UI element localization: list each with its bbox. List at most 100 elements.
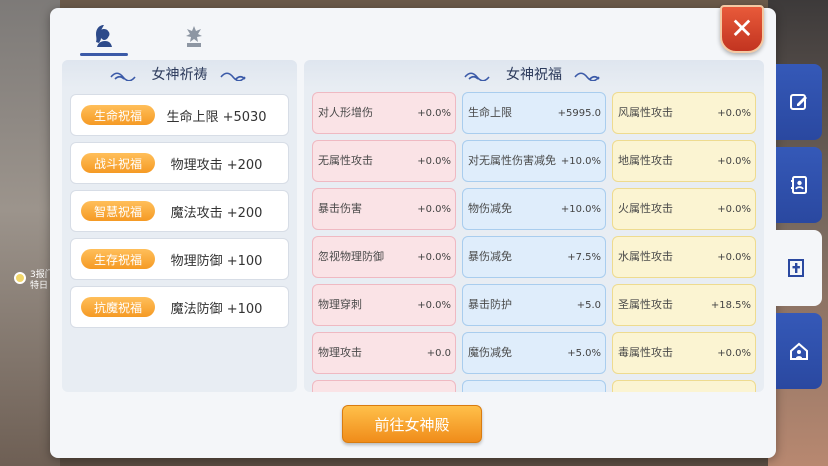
stat-cell: 火属性攻击 +0.0%	[612, 188, 756, 230]
goto-goddess-temple-button[interactable]: 前往女神殿	[342, 405, 482, 443]
side-tab-home[interactable]	[776, 313, 822, 389]
stat-value: +0.0%	[717, 155, 751, 167]
close-icon: ✕	[730, 12, 754, 45]
wave-ornament-icon	[464, 69, 494, 82]
goddess-portrait-icon	[96, 25, 112, 47]
goddess-blessing-stats-section[interactable]: 女神祝福 对人形增伤 +0.0% 生命上限 +5995.0 风属性攻击 +0.0% 无…	[304, 60, 764, 392]
stat-value: +0.0%	[417, 155, 451, 167]
stat-cell	[312, 380, 456, 392]
stat-name: 风属性攻击	[618, 106, 673, 119]
stat-value: +0.0%	[717, 203, 751, 215]
stat-cell: 暴击防护 +5.0	[462, 284, 606, 326]
stat-name: 对人形增伤	[318, 106, 373, 119]
stat-value: +18.5%	[710, 299, 751, 311]
stat-name: 暴伤减免	[468, 250, 512, 263]
blessing-row: 抗魔祝福 魔法防御 +100	[70, 286, 289, 328]
stat-name: 圣属性攻击	[618, 298, 673, 311]
contacts-book-icon	[791, 176, 807, 194]
close-button[interactable]: ✕	[720, 5, 764, 53]
tab-goddess[interactable]	[78, 16, 130, 56]
stat-cell	[462, 380, 606, 392]
section-title: 女神祝福	[506, 67, 562, 83]
stat-value: +0.0%	[717, 107, 751, 119]
stat-cell: 地属性攻击 +0.0%	[612, 140, 756, 182]
stat-value: +0.0	[426, 347, 451, 359]
stat-value: +5.0	[576, 299, 601, 311]
blessing-list: 生命祝福 生命上限 +5030 战斗祝福 物理攻击 +200 智慧祝福 魔法攻击…	[62, 88, 297, 328]
stat-name: 地属性攻击	[618, 154, 673, 167]
stat-name: 无属性攻击	[318, 154, 373, 167]
stat-name: 水属性攻击	[618, 250, 673, 263]
blessing-value: 物理攻击 +200	[170, 157, 263, 173]
stat-cell: 对人形增伤 +0.0%	[312, 92, 456, 134]
blessing-value: 生命上限 +5030	[166, 109, 267, 125]
blessing-badge: 生存祝福	[81, 249, 155, 269]
stat-cell: 物理穿刺 +0.0%	[312, 284, 456, 326]
stat-cell: 风属性攻击 +0.0%	[612, 92, 756, 134]
stat-name: 暴击防护	[468, 298, 512, 311]
stat-cell: 毒属性攻击 +0.0%	[612, 332, 756, 374]
stat-cell: 水属性攻击 +0.0%	[612, 236, 756, 278]
stat-value: +7.5%	[567, 251, 601, 263]
blessing-value: 魔法防御 +100	[170, 301, 263, 317]
stat-name: 物理攻击	[318, 346, 362, 359]
stat-cell: 物理攻击 +0.0	[312, 332, 456, 374]
blessing-value: 魔法攻击 +200	[170, 205, 263, 221]
stat-value: +5995.0	[557, 107, 601, 119]
stat-value: +0.0%	[717, 347, 751, 359]
stat-name: 毒属性攻击	[618, 346, 673, 359]
blessing-row: 战斗祝福 物理攻击 +200	[70, 142, 289, 184]
stat-value: +0.0%	[717, 251, 751, 263]
blessing-value: 物理防御 +100	[170, 253, 263, 269]
side-tab-goddess[interactable]	[770, 230, 822, 306]
stat-name: 对无属性伤害减免	[468, 154, 556, 167]
wave-ornament-icon	[109, 69, 140, 82]
cross-icon	[788, 259, 804, 277]
stat-name: 火属性攻击	[618, 202, 673, 215]
map-marker-icon	[14, 272, 26, 284]
stat-value: +10.0%	[560, 155, 601, 167]
stat-cell: 物伤减免 +10.0%	[462, 188, 606, 230]
statue-icon	[186, 26, 202, 47]
stat-value: +0.0%	[417, 203, 451, 215]
side-tab-contacts[interactable]	[776, 147, 822, 223]
stat-value: +0.0%	[417, 299, 451, 311]
stat-cell: 对无属性伤害减免 +10.0%	[462, 140, 606, 182]
stat-cell	[612, 380, 756, 392]
blessing-badge: 智慧祝福	[81, 201, 155, 221]
blessing-row: 生命祝福 生命上限 +5030	[70, 94, 289, 136]
blessing-badge: 抗魔祝福	[81, 297, 155, 317]
stat-value: +0.0%	[417, 107, 451, 119]
blessing-row: 智慧祝福 魔法攻击 +200	[70, 190, 289, 232]
stat-name: 生命上限	[468, 106, 512, 119]
stat-name: 魔伤减免	[468, 346, 512, 359]
wave-ornament-icon	[219, 69, 250, 82]
stat-cell: 圣属性攻击 +18.5%	[612, 284, 756, 326]
stat-cell: 暴伤减免 +7.5%	[462, 236, 606, 278]
stat-name: 物理穿刺	[318, 298, 362, 311]
side-tab-edit[interactable]	[776, 64, 822, 140]
stat-name: 暴击伤害	[318, 202, 362, 215]
section-title: 女神祈祷	[151, 67, 208, 83]
tab-statue[interactable]	[168, 16, 220, 56]
house-icon	[790, 342, 808, 360]
section-header: 女神祈祷	[62, 60, 297, 88]
stat-name: 忽视物理防御	[318, 250, 384, 263]
stat-value: +10.0%	[560, 203, 601, 215]
stat-value: +5.0%	[567, 347, 601, 359]
blessing-badge: 生命祝福	[81, 105, 155, 125]
blessing-row: 生存祝福 物理防御 +100	[70, 238, 289, 280]
stat-name: 物伤减免	[468, 202, 512, 215]
stat-cell: 生命上限 +5995.0	[462, 92, 606, 134]
blessing-badge: 战斗祝福	[81, 153, 155, 173]
stat-cell: 魔伤减免 +5.0%	[462, 332, 606, 374]
stat-cell: 无属性攻击 +0.0%	[312, 140, 456, 182]
edit-icon	[790, 94, 807, 110]
goddess-prayer-section: 女神祈祷 生命祝福 生命上限 +5030 战斗祝福 物理攻击 +200 智慧祝福…	[62, 60, 297, 392]
stat-value: +0.0%	[417, 251, 451, 263]
section-header: 女神祝福	[304, 60, 764, 88]
wave-ornament-icon	[574, 69, 604, 82]
stat-cell: 忽视物理防御 +0.0%	[312, 236, 456, 278]
stat-grid: 对人形增伤 +0.0% 生命上限 +5995.0 风属性攻击 +0.0% 无属性攻击 +…	[312, 92, 758, 392]
stat-cell: 暴击伤害 +0.0%	[312, 188, 456, 230]
